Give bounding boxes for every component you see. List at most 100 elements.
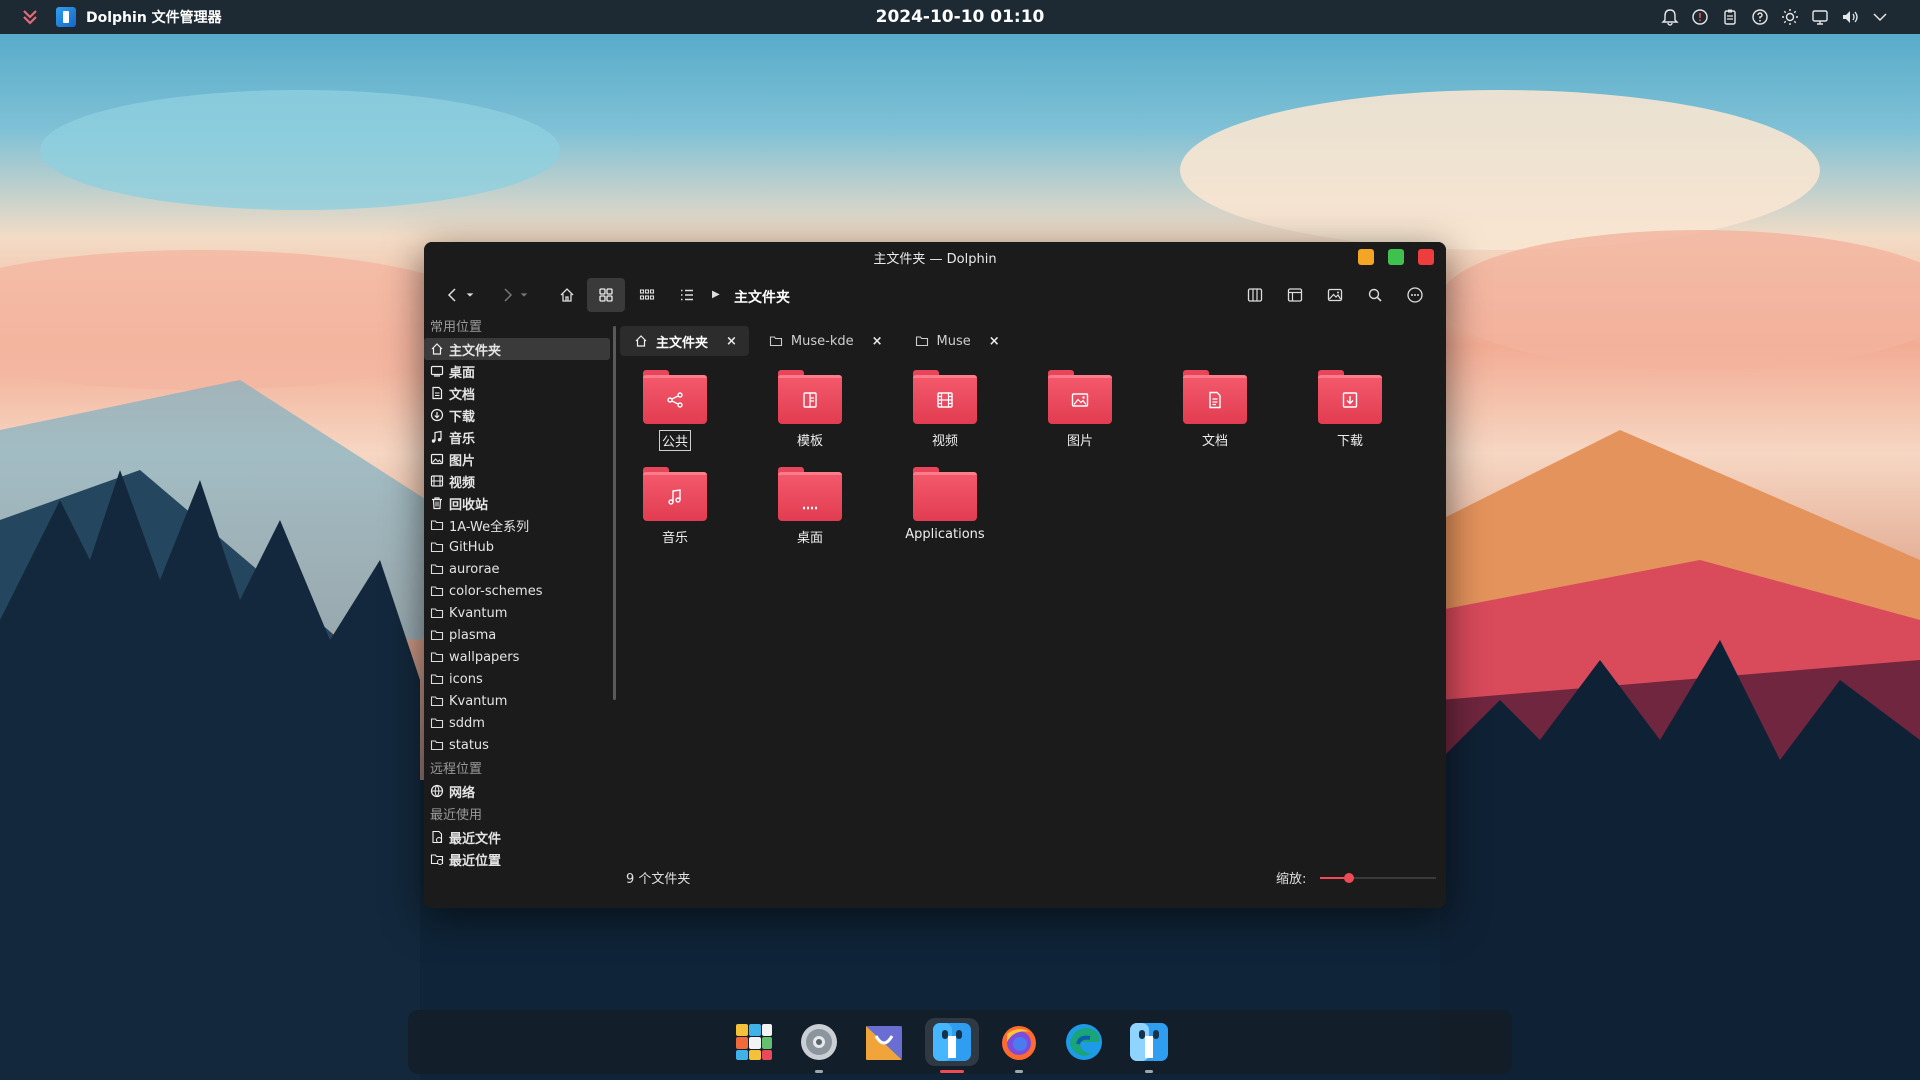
breadcrumb-current[interactable]: 主文件夹 xyxy=(734,287,790,307)
titlebar[interactable]: 主文件夹 — Dolphin xyxy=(424,242,1446,270)
details-view-icon[interactable] xyxy=(674,282,700,308)
sidebar-item-folder-wallpapers[interactable]: wallpapers xyxy=(424,646,610,668)
music-icon xyxy=(430,430,444,444)
active-app-title[interactable]: Dolphin 文件管理器 xyxy=(86,7,222,27)
sidebar-item-music[interactable]: 音乐 xyxy=(424,426,610,448)
compact-view-icon[interactable] xyxy=(634,282,660,308)
sidebar-item-folder-kvantum[interactable]: Kvantum xyxy=(424,602,610,624)
video-icon xyxy=(430,474,444,488)
folder-icon xyxy=(1318,370,1382,424)
sidebar-item-label: 回收站 xyxy=(449,497,489,513)
sidebar-item-home[interactable]: 主文件夹 xyxy=(424,338,610,360)
folder-item-pictures[interactable]: 图片 xyxy=(1025,370,1135,460)
home-icon xyxy=(430,342,444,356)
file-label: 下载 xyxy=(1336,434,1363,449)
chevron-down-icon[interactable] xyxy=(1870,7,1890,27)
sidebar-item-network[interactable]: 网络 xyxy=(424,780,610,802)
tab-home[interactable]: 主文件夹 × xyxy=(620,326,749,356)
sidebar-scrollbar[interactable] xyxy=(613,326,616,700)
back-icon[interactable] xyxy=(444,282,462,308)
sidebar-item-folder-kvantum-2[interactable]: Kvantum xyxy=(424,690,610,712)
sidebar-item-label: 下载 xyxy=(449,409,476,425)
sidebar-item-label: GitHub xyxy=(449,539,495,555)
sidebar-item-folder-color-schemes[interactable]: color-schemes xyxy=(424,580,610,602)
launcher-chevron-icon[interactable] xyxy=(20,7,40,27)
close-tab-icon[interactable]: × xyxy=(872,334,883,349)
split-view-icon[interactable] xyxy=(1242,282,1268,308)
sidebar-item-label: Kvantum xyxy=(449,693,508,709)
sidebar-item-folder-aurorae[interactable]: aurorae xyxy=(424,558,610,580)
tab-label: 主文件夹 xyxy=(656,335,709,351)
folder-item-desktop[interactable]: 桌面 xyxy=(755,467,865,557)
clock[interactable]: 2024-10-10 01:10 xyxy=(0,7,1920,27)
volume-icon[interactable] xyxy=(1840,7,1860,27)
back-history-dropdown-icon[interactable] xyxy=(464,282,476,308)
download-icon xyxy=(430,408,444,422)
clipboard-icon[interactable] xyxy=(1720,7,1740,27)
folder-item-downloads[interactable]: 下载 xyxy=(1295,370,1405,460)
alert-icon[interactable] xyxy=(1690,7,1710,27)
sidebar-item-folder-status[interactable]: status xyxy=(424,734,610,756)
close-tab-icon[interactable]: × xyxy=(726,334,737,349)
minimize-button[interactable] xyxy=(1358,249,1374,265)
folder-item-documents[interactable]: 文档 xyxy=(1160,370,1270,460)
folder-item-music[interactable]: 音乐 xyxy=(620,467,730,557)
display-icon[interactable] xyxy=(1810,7,1830,27)
system-tray xyxy=(1660,7,1890,27)
sidebar-item-videos[interactable]: 视频 xyxy=(424,470,610,492)
brightness-icon[interactable] xyxy=(1780,7,1800,27)
sidebar-item-label: status xyxy=(449,737,489,753)
sidebar-item-folder-1a-we[interactable]: 1A-We全系列 xyxy=(424,514,610,536)
zoom-slider[interactable] xyxy=(1320,873,1436,883)
firefox-icon[interactable] xyxy=(995,1018,1043,1073)
folder-item-videos[interactable]: 视频 xyxy=(890,370,1000,460)
share-icon xyxy=(664,389,686,411)
folder-item-applications[interactable]: Applications xyxy=(890,467,1000,557)
sidebar-item-pictures[interactable]: 图片 xyxy=(424,448,610,470)
sidebar-item-trash[interactable]: 回收站 xyxy=(424,492,610,514)
sidebar-item-recent-files[interactable]: 最近文件 xyxy=(424,826,610,848)
finder-icon[interactable] xyxy=(1125,1018,1173,1073)
panels-icon[interactable] xyxy=(1282,282,1308,308)
close-button[interactable] xyxy=(1418,249,1434,265)
folder-item-public[interactable]: 公共 xyxy=(620,370,730,460)
store-icon[interactable] xyxy=(860,1018,908,1066)
sidebar-item-recent-locations[interactable]: 最近位置 xyxy=(424,848,610,870)
desktop-icon xyxy=(430,364,444,378)
more-menu-icon[interactable] xyxy=(1402,282,1428,308)
search-icon[interactable] xyxy=(1362,282,1388,308)
forward-history-dropdown-icon[interactable] xyxy=(518,282,530,308)
breadcrumb-arrow-icon[interactable]: ▶ xyxy=(712,289,720,300)
sidebar-item-folder-plasma[interactable]: plasma xyxy=(424,624,610,646)
settings-icon[interactable] xyxy=(795,1018,843,1073)
folder-icon xyxy=(430,672,444,686)
icons-view-icon[interactable] xyxy=(587,278,625,312)
edge-icon[interactable] xyxy=(1060,1018,1108,1066)
bell-icon[interactable] xyxy=(1660,7,1680,27)
zoom-slider-handle[interactable] xyxy=(1344,873,1354,883)
forward-icon[interactable] xyxy=(498,282,516,308)
dolphin-app-icon xyxy=(56,7,76,27)
sidebar-item-folder-github[interactable]: GitHub xyxy=(424,536,610,558)
sidebar-item-folder-sddm[interactable]: sddm xyxy=(424,712,610,734)
help-icon[interactable] xyxy=(1750,7,1770,27)
sidebar-item-documents[interactable]: 文档 xyxy=(424,382,610,404)
tab-muse-kde[interactable]: Muse-kde × xyxy=(755,326,895,356)
folder-icon xyxy=(430,584,444,598)
app-grid-icon[interactable] xyxy=(730,1018,778,1066)
sidebar-item-folder-icons[interactable]: icons xyxy=(424,668,610,690)
zoom-label: 缩放: xyxy=(1276,872,1307,887)
sidebar-item-label: 网络 xyxy=(449,785,476,801)
download-icon xyxy=(1339,389,1361,411)
folder-item-templates[interactable]: 模板 xyxy=(755,370,865,460)
folder-icon xyxy=(430,562,444,576)
tab-muse[interactable]: Muse × xyxy=(901,326,1012,356)
close-tab-icon[interactable]: × xyxy=(989,334,1000,349)
sidebar-item-downloads[interactable]: 下载 xyxy=(424,404,610,426)
file-manager-icon[interactable] xyxy=(925,1018,979,1073)
preview-icon[interactable] xyxy=(1322,282,1348,308)
sidebar-item-desktop[interactable]: 桌面 xyxy=(424,360,610,382)
folder-icon xyxy=(430,518,444,532)
maximize-button[interactable] xyxy=(1388,249,1404,265)
home-icon[interactable] xyxy=(554,282,580,308)
